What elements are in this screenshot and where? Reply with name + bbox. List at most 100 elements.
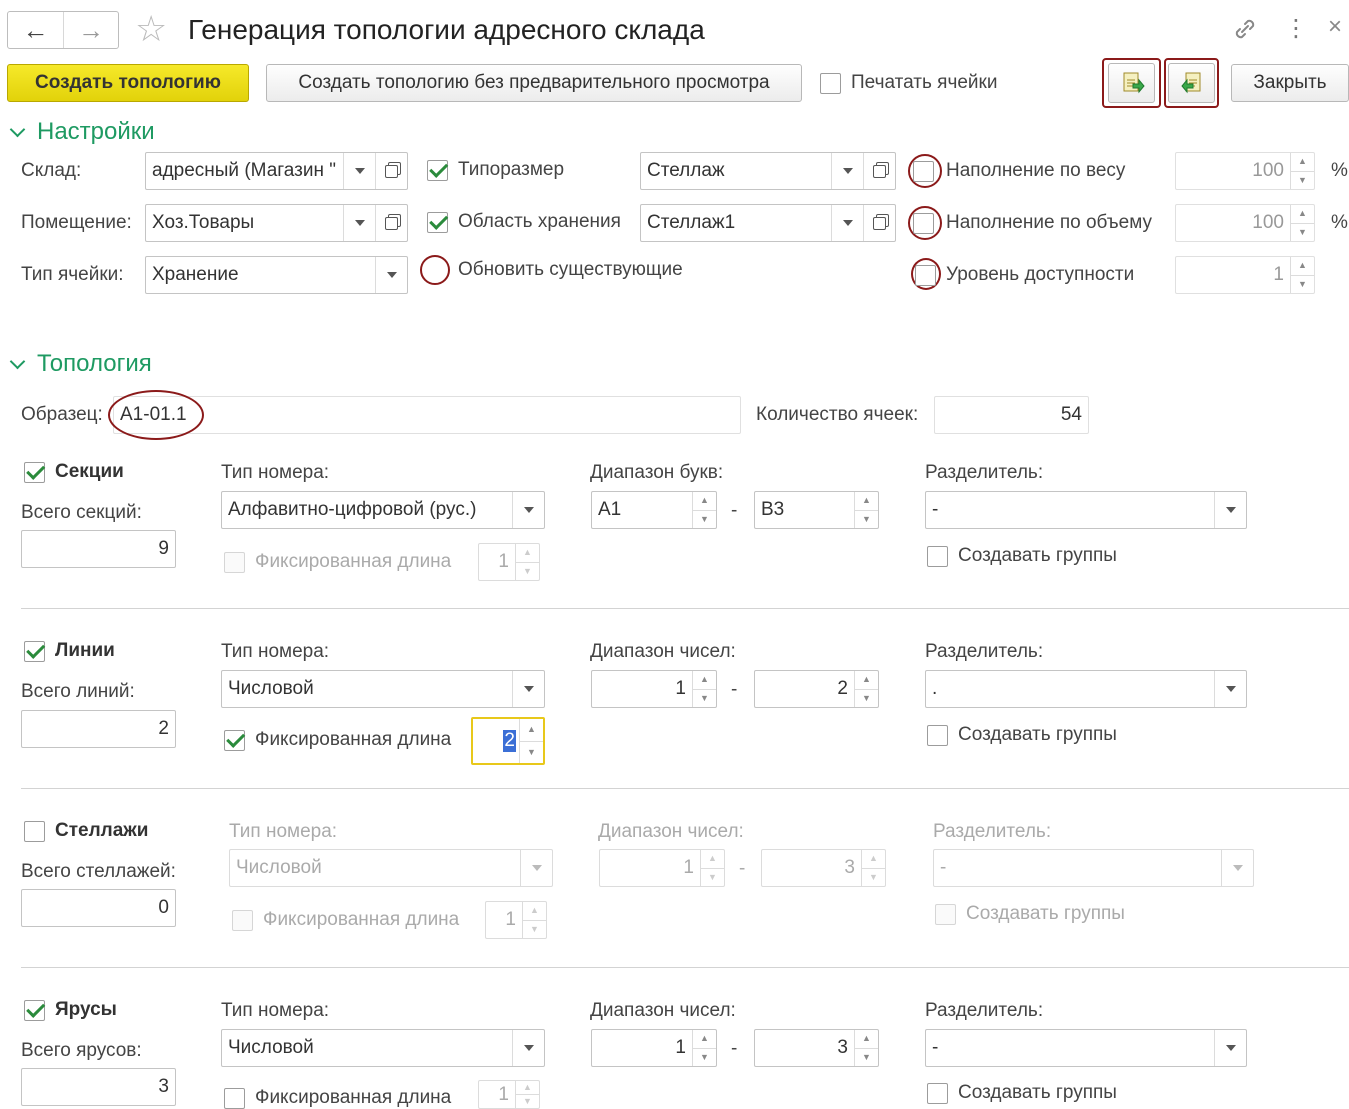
close-button[interactable]: Закрыть bbox=[1231, 64, 1349, 102]
spin-down-icon[interactable]: ▼ bbox=[693, 688, 716, 708]
sections-number-type-field[interactable]: Алфавитно-цифровой (рус.) bbox=[221, 491, 545, 529]
spinner[interactable]: ▲ ▼ bbox=[854, 1030, 878, 1066]
spin-down-icon[interactable]: ▼ bbox=[693, 509, 716, 529]
sections-separator-field[interactable]: - bbox=[925, 491, 1247, 529]
spin-up-icon[interactable]: ▲ bbox=[701, 850, 724, 868]
dropdown-icon[interactable] bbox=[1214, 671, 1246, 707]
spin-down-icon[interactable]: ▼ bbox=[1291, 222, 1314, 242]
lines-fixed-length-field[interactable]: 2 ▲ ▼ bbox=[471, 717, 545, 765]
dropdown-icon[interactable] bbox=[343, 153, 375, 189]
link-icon[interactable] bbox=[1232, 16, 1258, 48]
save-settings-button[interactable] bbox=[1108, 63, 1155, 103]
spin-up-icon[interactable]: ▲ bbox=[1291, 153, 1314, 171]
spin-up-icon[interactable]: ▲ bbox=[693, 1030, 716, 1048]
lines-checkbox[interactable] bbox=[24, 640, 45, 662]
spin-up-icon[interactable]: ▲ bbox=[523, 902, 546, 920]
lines-number-type-field[interactable]: Числовой bbox=[221, 670, 545, 708]
spin-up-icon[interactable]: ▲ bbox=[855, 492, 878, 510]
racks-fixed-length-field[interactable]: 1 ▲ ▼ bbox=[485, 901, 547, 939]
spin-down-icon[interactable]: ▼ bbox=[516, 1094, 539, 1108]
spin-up-icon[interactable]: ▲ bbox=[1291, 205, 1314, 223]
sections-checkbox[interactable] bbox=[24, 461, 45, 483]
spin-up-icon[interactable]: ▲ bbox=[855, 1030, 878, 1048]
sections-create-groups-checkbox[interactable] bbox=[927, 545, 948, 567]
spin-down-icon[interactable]: ▼ bbox=[855, 1047, 878, 1067]
fill-weight-checkbox[interactable] bbox=[913, 160, 934, 182]
room-field[interactable]: Хоз.Товары bbox=[145, 204, 408, 242]
spin-up-icon[interactable]: ▲ bbox=[516, 544, 539, 562]
print-cells-checkbox[interactable] bbox=[820, 72, 841, 94]
topology-section-header[interactable]: Топология bbox=[8, 350, 152, 378]
fill-volume-field[interactable]: 100 ▲ ▼ bbox=[1175, 204, 1315, 242]
open-icon[interactable] bbox=[375, 153, 407, 189]
spin-up-icon[interactable]: ▲ bbox=[520, 719, 543, 741]
spin-down-icon[interactable]: ▼ bbox=[855, 688, 878, 708]
spinner[interactable]: ▲ ▼ bbox=[522, 902, 546, 938]
tiers-number-type-field[interactable]: Числовой bbox=[221, 1029, 545, 1067]
spin-down-icon[interactable]: ▼ bbox=[855, 509, 878, 529]
tiers-create-groups-checkbox[interactable] bbox=[927, 1082, 948, 1104]
racks-checkbox[interactable] bbox=[24, 820, 45, 842]
sections-range-from-field[interactable]: А1 ▲ ▼ bbox=[591, 491, 717, 529]
racks-fixed-length-checkbox[interactable] bbox=[232, 909, 253, 931]
open-icon[interactable] bbox=[375, 205, 407, 241]
dropdown-icon[interactable] bbox=[520, 850, 552, 886]
spin-down-icon[interactable]: ▼ bbox=[862, 867, 885, 887]
storage-area-field[interactable]: Стеллаж1 bbox=[640, 204, 896, 242]
spinner[interactable]: ▲ ▼ bbox=[692, 671, 716, 707]
spin-down-icon[interactable]: ▼ bbox=[520, 740, 543, 764]
dropdown-icon[interactable] bbox=[831, 205, 863, 241]
fill-weight-field[interactable]: 100 ▲ ▼ bbox=[1175, 152, 1315, 190]
spinner[interactable]: ▲ ▼ bbox=[519, 719, 543, 763]
spin-up-icon[interactable]: ▲ bbox=[693, 671, 716, 689]
lines-create-groups-checkbox[interactable] bbox=[927, 724, 948, 746]
create-topology-button[interactable]: Создать топологию bbox=[7, 64, 249, 102]
back-button[interactable]: ← bbox=[8, 12, 63, 48]
spinner[interactable]: ▲ ▼ bbox=[515, 544, 539, 580]
spin-up-icon[interactable]: ▲ bbox=[693, 492, 716, 510]
spin-down-icon[interactable]: ▼ bbox=[516, 561, 539, 581]
spin-down-icon[interactable]: ▼ bbox=[1291, 274, 1314, 294]
dropdown-icon[interactable] bbox=[1214, 1030, 1246, 1066]
dropdown-icon[interactable] bbox=[512, 671, 544, 707]
spinner[interactable]: ▲ ▼ bbox=[515, 1081, 539, 1108]
spinner[interactable]: ▲ ▼ bbox=[854, 492, 878, 528]
sections-total-field[interactable]: 9 bbox=[21, 530, 176, 568]
tiers-total-field[interactable]: 3 bbox=[21, 1068, 176, 1106]
spinner[interactable]: ▲ ▼ bbox=[1290, 153, 1314, 189]
tiers-checkbox[interactable] bbox=[24, 999, 45, 1021]
lines-separator-field[interactable]: . bbox=[925, 670, 1247, 708]
dropdown-icon[interactable] bbox=[1214, 492, 1246, 528]
spin-down-icon[interactable]: ▼ bbox=[701, 867, 724, 887]
spinner[interactable]: ▲ ▼ bbox=[1290, 205, 1314, 241]
access-level-field[interactable]: 1 ▲ ▼ bbox=[1175, 256, 1315, 294]
open-icon[interactable] bbox=[863, 153, 895, 189]
racks-range-from-field[interactable]: 1 ▲ ▼ bbox=[599, 849, 725, 887]
tiers-fixed-length-field[interactable]: 1 ▲ ▼ bbox=[478, 1080, 540, 1109]
dropdown-icon[interactable] bbox=[343, 205, 375, 241]
dropdown-icon[interactable] bbox=[375, 257, 407, 293]
size-field[interactable]: Стеллаж bbox=[640, 152, 896, 190]
racks-number-type-field[interactable]: Числовой bbox=[229, 849, 553, 887]
cell-type-field[interactable]: Хранение bbox=[145, 256, 408, 294]
spinner[interactable]: ▲ ▼ bbox=[700, 850, 724, 886]
spinner[interactable]: ▲ ▼ bbox=[854, 671, 878, 707]
tiers-separator-field[interactable]: - bbox=[925, 1029, 1247, 1067]
dropdown-icon[interactable] bbox=[1221, 850, 1253, 886]
more-menu-icon[interactable]: ⋮ bbox=[1284, 14, 1308, 43]
spinner[interactable]: ▲ ▼ bbox=[692, 492, 716, 528]
sections-fixed-length-field[interactable]: 1 ▲ ▼ bbox=[478, 543, 540, 581]
access-level-checkbox[interactable] bbox=[915, 264, 936, 286]
lines-fixed-length-checkbox[interactable] bbox=[224, 729, 245, 751]
dropdown-icon[interactable] bbox=[831, 153, 863, 189]
racks-total-field[interactable]: 0 bbox=[21, 889, 176, 927]
load-settings-button[interactable] bbox=[1168, 63, 1215, 103]
spin-down-icon[interactable]: ▼ bbox=[523, 919, 546, 939]
create-without-preview-button[interactable]: Создать топологию без предварительного п… bbox=[266, 64, 802, 102]
favorite-star-icon[interactable]: ☆ bbox=[135, 8, 167, 50]
window-close-icon[interactable]: × bbox=[1328, 13, 1342, 41]
lines-range-from-field[interactable]: 1 ▲ ▼ bbox=[591, 670, 717, 708]
dropdown-icon[interactable] bbox=[512, 492, 544, 528]
open-icon[interactable] bbox=[863, 205, 895, 241]
storage-area-checkbox[interactable] bbox=[427, 211, 448, 233]
